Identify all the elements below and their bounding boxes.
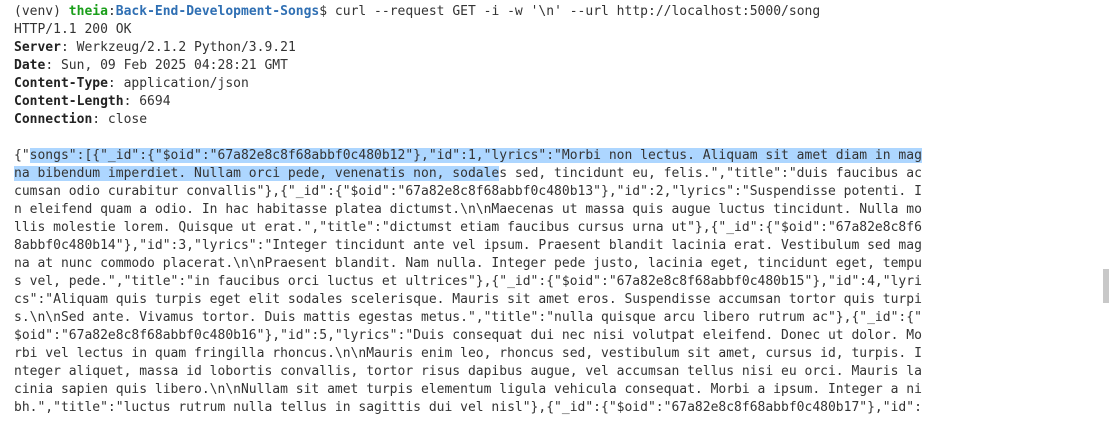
command-line: (venv) theia:Back-End-Development-Songs$…: [14, 3, 1111, 21]
json-body-line: rbi vel lectus in quam fringilla rhoncus…: [14, 346, 922, 361]
json-body-line: cumsan odio curabitur convallis"},{"_id"…: [14, 184, 922, 199]
header-line: Connection: close: [14, 111, 1111, 129]
header-value: : Werkzeug/2.1.2 Python/3.9.21: [60, 40, 296, 55]
json-body-line: 8abbf0c480b14"},"id":3,"lyrics":"Integer…: [14, 238, 922, 253]
prompt-path: Back-End-Development-Songs: [115, 4, 320, 19]
json-body-line: na at nunc commodo placerat.\n\nPraesent…: [14, 256, 922, 271]
json-text: {": [14, 148, 30, 163]
header-line: Server: Werkzeug/2.1.2 Python/3.9.21: [14, 39, 1111, 57]
header-name: Server: [14, 40, 61, 55]
header-value: : Sun, 09 Feb 2025 04:28:21 GMT: [45, 58, 288, 73]
json-body-line: cs":"Aliquam quis turpis eget elit sodal…: [14, 292, 922, 307]
header-name: Connection: [14, 112, 93, 127]
json-body-line: na bibendum imperdiet. Nullam orci pede,…: [14, 165, 1111, 183]
header-name: Content-Length: [14, 94, 124, 109]
json-body-line: llis molestie lorem. Quisque ut erat.","…: [14, 220, 922, 235]
header-line: Date: Sun, 09 Feb 2025 04:28:21 GMT: [14, 57, 1111, 75]
prompt-host: theia: [68, 4, 108, 19]
json-body-line: $oid":"67a82e8c8f68abbf0c480b16"},"id":5…: [14, 328, 922, 343]
header-name: Date: [14, 58, 46, 73]
json-body-line: bh.","title":"luctus rutrum nulla tellus…: [14, 400, 922, 415]
json-body-line: cinia sapien quis libero.\n\nNullam sit …: [14, 382, 922, 397]
json-text: s sed, tincidunt eu, felis.","title":"du…: [499, 166, 922, 181]
header-line: Content-Type: application/json: [14, 75, 1111, 93]
header-value: : close: [92, 112, 148, 127]
json-body-line: n eleifend quam a odio. In hac habitasse…: [14, 202, 922, 217]
terminal-output[interactable]: (venv) theia:Back-End-Development-Songs$…: [0, 0, 1111, 425]
selected-text: na bibendum imperdiet. Nullam orci pede,…: [14, 166, 500, 181]
prompt-symbol: $: [319, 4, 335, 19]
json-body-line: s vel, pede.","title":"in faucibus orci …: [14, 274, 922, 289]
header-name: Content-Type: [14, 76, 108, 91]
venv-label: (venv): [14, 4, 69, 19]
selected-text: songs":[{"_id":{"$oid":"67a82e8c8f68abbf…: [29, 148, 922, 163]
json-body-line: {"songs":[{"_id":{"$oid":"67a82e8c8f68ab…: [14, 147, 1111, 165]
json-body-line: nteger aliquet, massa id lobortis conval…: [14, 364, 922, 379]
prompt-colon: :: [107, 4, 116, 19]
http-status-line: HTTP/1.1 200 OK: [14, 22, 132, 37]
header-line: Content-Length: 6694: [14, 93, 1111, 111]
header-value: : application/json: [107, 76, 249, 91]
json-body-line: s.\n\nSed ante. Vivamus tortor. Duis mat…: [14, 310, 922, 325]
header-value: : 6694: [123, 94, 171, 109]
command-text: curl --request GET -i -w '\n' --url http…: [334, 4, 821, 19]
scrollbar-thumb[interactable]: [1103, 269, 1109, 303]
